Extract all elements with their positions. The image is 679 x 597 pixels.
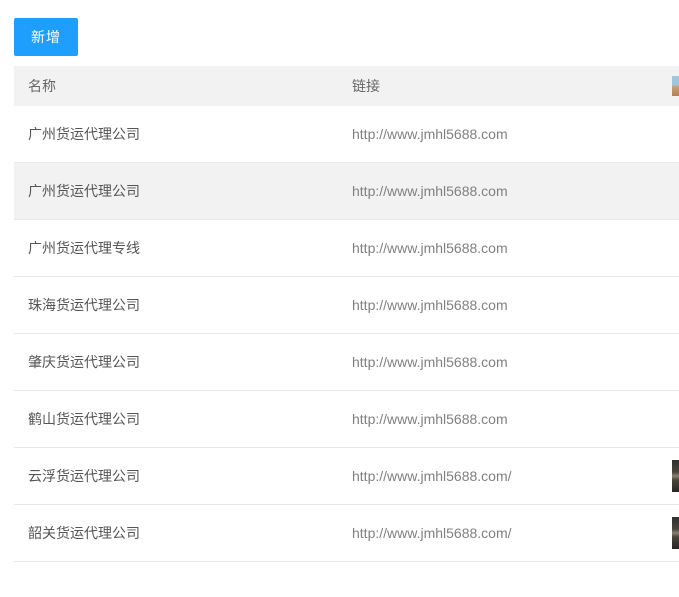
- table-row[interactable]: 广州货运代理公司 http://www.jmhl5688.com: [14, 163, 679, 220]
- link-cell: http://www.jmhl5688.com: [338, 411, 658, 427]
- link-cell: http://www.jmhl5688.com: [338, 240, 658, 256]
- link-cell: http://www.jmhl5688.com: [338, 126, 658, 142]
- table-row[interactable]: 云浮货运代理公司 http://www.jmhl5688.com/: [14, 448, 679, 505]
- link-cell: http://www.jmhl5688.com: [338, 354, 658, 370]
- table-row[interactable]: 广州货运代理专线 http://www.jmhl5688.com: [14, 220, 679, 277]
- link-cell: http://www.jmhl5688.com: [338, 183, 658, 199]
- company-name-cell: 鹤山货运代理公司: [14, 409, 338, 429]
- link-cell: http://www.jmhl5688.com/: [338, 468, 658, 484]
- header-thumbnail-image: [672, 76, 679, 96]
- column-header-link: 链接: [338, 76, 658, 96]
- image-cell: [658, 517, 679, 549]
- company-name-cell: 云浮货运代理公司: [14, 466, 338, 486]
- column-header-name: 名称: [14, 76, 338, 96]
- table-row[interactable]: 韶关货运代理公司 http://www.jmhl5688.com/: [14, 505, 679, 562]
- image-cell: [658, 460, 679, 492]
- table-row[interactable]: 鹤山货运代理公司 http://www.jmhl5688.com: [14, 391, 679, 448]
- company-name-cell: 肇庆货运代理公司: [14, 352, 338, 372]
- company-name-cell: 珠海货运代理公司: [14, 295, 338, 315]
- thumbnail-image[interactable]: [672, 460, 679, 492]
- table-row[interactable]: 肇庆货运代理公司 http://www.jmhl5688.com: [14, 334, 679, 391]
- company-name-cell: 广州货运代理公司: [14, 181, 338, 201]
- table-header: 名称 链接: [14, 66, 679, 106]
- link-cell: http://www.jmhl5688.com: [338, 297, 658, 313]
- table-row[interactable]: 广州货运代理公司 http://www.jmhl5688.com: [14, 106, 679, 163]
- company-name-cell: 广州货运代理公司: [14, 124, 338, 144]
- company-name-cell: 广州货运代理专线: [14, 238, 338, 258]
- data-table: 名称 链接 广州货运代理公司 http://www.jmhl5688.com 广…: [14, 66, 679, 562]
- company-name-cell: 韶关货运代理公司: [14, 523, 338, 543]
- column-header-image: [658, 76, 679, 96]
- table-body: 广州货运代理公司 http://www.jmhl5688.com 广州货运代理公…: [14, 106, 679, 562]
- thumbnail-image[interactable]: [672, 517, 679, 549]
- link-cell: http://www.jmhl5688.com/: [338, 525, 658, 541]
- add-button[interactable]: 新增: [14, 18, 78, 56]
- table-row[interactable]: 珠海货运代理公司 http://www.jmhl5688.com: [14, 277, 679, 334]
